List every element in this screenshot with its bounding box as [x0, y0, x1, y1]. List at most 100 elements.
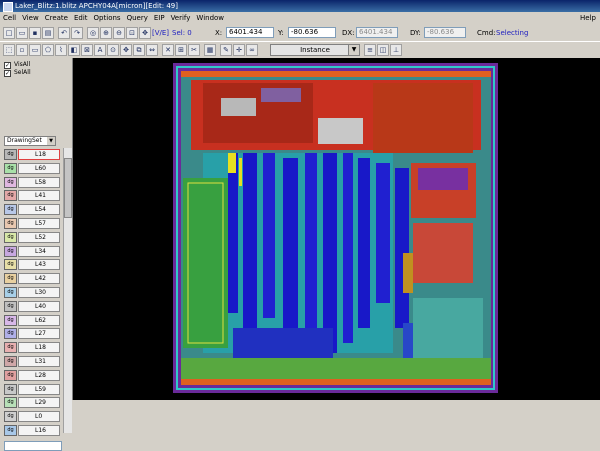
menu-cell[interactable]: Cell	[0, 12, 19, 24]
cut-icon[interactable]: ✂	[188, 44, 200, 56]
zoom-fit-icon[interactable]: ◎	[87, 27, 99, 39]
layer-swatch[interactable]: dg	[4, 231, 17, 243]
layer-row-l30[interactable]: dg L30	[4, 287, 60, 298]
menu-query[interactable]: Query	[124, 12, 151, 24]
layer-name[interactable]: L30	[18, 287, 60, 298]
layer-swatch[interactable]: dg	[4, 383, 17, 395]
y-coordinate-field[interactable]: -80.636	[288, 27, 336, 38]
layer-row-l41[interactable]: dg L41	[4, 190, 60, 202]
ruler-icon[interactable]: ▦	[204, 44, 216, 56]
layer-swatch[interactable]: dg	[4, 397, 17, 409]
undo-icon[interactable]: ↶	[58, 27, 70, 39]
drawing-set-select[interactable]: DrawingSet ▼	[4, 136, 56, 146]
merge-icon[interactable]: ⊞	[175, 44, 187, 56]
layer-row-l40[interactable]: dg L40	[4, 300, 60, 312]
rect-icon[interactable]: ▭	[29, 44, 41, 56]
sel-all-checkbox[interactable]: ✓	[4, 70, 11, 77]
layer-swatch[interactable]: dg	[4, 328, 17, 340]
new-icon[interactable]: □	[3, 27, 15, 39]
instance-icon[interactable]: ◧	[68, 44, 80, 56]
layer-swatch[interactable]: dg	[4, 273, 17, 285]
layer-filter-field[interactable]	[4, 441, 62, 451]
layer-swatch[interactable]: dg	[4, 149, 17, 160]
zoom-out-icon[interactable]: ⊖	[113, 27, 125, 39]
layer-swatch[interactable]: dg	[4, 356, 17, 367]
layer-swatch[interactable]: dg	[4, 314, 17, 326]
layer-row-l43[interactable]: dg L43	[4, 259, 60, 271]
menu-window[interactable]: Window	[193, 12, 227, 24]
layer-scrollbar[interactable]	[63, 148, 72, 433]
layer-row-l16[interactable]: dg L16	[4, 425, 60, 436]
layer-row-l27[interactable]: dg L27	[4, 328, 60, 340]
layer-name[interactable]: L58	[18, 176, 60, 188]
layer-swatch[interactable]: dg	[4, 342, 17, 354]
layer-name[interactable]: L18	[18, 149, 60, 160]
layer-name[interactable]: L42	[18, 273, 60, 285]
layer-swatch[interactable]: dg	[4, 411, 17, 423]
layer-icon[interactable]: ≡	[364, 44, 376, 56]
layer-name[interactable]: L59	[18, 383, 60, 395]
menu-options[interactable]: Options	[91, 12, 124, 24]
layer-swatch[interactable]: dg	[4, 162, 17, 174]
polygon-icon[interactable]: ⬠	[42, 44, 54, 56]
layer-row-l60[interactable]: dg L60	[4, 162, 60, 174]
menu-help[interactable]: Help	[580, 12, 596, 24]
layer-row-l0[interactable]: dg L0	[4, 411, 60, 423]
select-icon[interactable]: ⬚	[3, 44, 15, 56]
layer-swatch[interactable]: dg	[4, 300, 17, 312]
pin-icon[interactable]: ⊙	[107, 44, 119, 56]
zoom-area-icon[interactable]: ⊡	[126, 27, 138, 39]
menu-create[interactable]: Create	[42, 12, 71, 24]
layer-name[interactable]: L54	[18, 204, 60, 216]
redo-icon[interactable]: ↷	[71, 27, 83, 39]
layer-name[interactable]: L60	[18, 162, 60, 174]
layer-name[interactable]: L16	[18, 425, 60, 436]
probe-icon[interactable]: ✎	[220, 44, 232, 56]
layer-swatch[interactable]: dg	[4, 218, 17, 229]
layer-name[interactable]: L57	[18, 218, 60, 229]
layer-swatch[interactable]: dg	[4, 176, 17, 188]
menu-verify[interactable]: Verify	[168, 12, 194, 24]
menu-view[interactable]: View	[19, 12, 42, 24]
stretch-icon[interactable]: ⇔	[146, 44, 158, 56]
layer-swatch[interactable]: dg	[4, 245, 17, 257]
layer-row-l62[interactable]: dg L62	[4, 314, 60, 326]
layer-row-l29[interactable]: dg L29	[4, 397, 60, 409]
layer-swatch[interactable]: dg	[4, 425, 17, 436]
layer-name[interactable]: L52	[18, 231, 60, 243]
menu-eip[interactable]: EIP	[151, 12, 168, 24]
layer-name[interactable]: L28	[18, 369, 60, 381]
layer-name[interactable]: L41	[18, 190, 60, 202]
copy-icon[interactable]: ⧉	[133, 44, 145, 56]
print-icon[interactable]: ▤	[42, 27, 54, 39]
layer-name[interactable]: L27	[18, 328, 60, 340]
layer-name[interactable]: L29	[18, 397, 60, 409]
path-icon[interactable]: ⌇	[55, 44, 67, 56]
dy-field[interactable]: -80.636	[424, 27, 466, 38]
layer-row-l42[interactable]: dg L42	[4, 273, 60, 285]
text-icon[interactable]: A	[94, 44, 106, 56]
dx-field[interactable]: 6401.434	[356, 27, 398, 38]
layer-name[interactable]: L0	[18, 411, 60, 423]
pan-icon[interactable]: ✥	[139, 27, 151, 39]
layer-row-l57[interactable]: dg L57	[4, 218, 60, 229]
layout-canvas[interactable]	[73, 58, 600, 400]
cross-icon[interactable]: ✛	[233, 44, 245, 56]
layer-name[interactable]: L43	[18, 259, 60, 271]
layer-row-l59[interactable]: dg L59	[4, 383, 60, 395]
zoom-in-icon[interactable]: ⊕	[100, 27, 112, 39]
instance-select[interactable]: Instance ▼	[270, 44, 360, 56]
layer-row-l58[interactable]: dg L58	[4, 176, 60, 188]
window-icon[interactable]: ▫	[16, 44, 28, 56]
layer-swatch[interactable]: dg	[4, 204, 17, 216]
layer-row-l34[interactable]: dg L34	[4, 245, 60, 257]
layer-name[interactable]: L40	[18, 300, 60, 312]
binocular-icon[interactable]: ∞	[246, 44, 258, 56]
move-icon[interactable]: ✥	[120, 44, 132, 56]
hierarchy-icon[interactable]: ⊥	[390, 44, 402, 56]
layer-name[interactable]: L62	[18, 314, 60, 326]
layer-swatch[interactable]: dg	[4, 369, 17, 381]
menu-edit[interactable]: Edit	[71, 12, 91, 24]
open-icon[interactable]: ▭	[16, 27, 28, 39]
layer-name[interactable]: L31	[18, 356, 60, 367]
